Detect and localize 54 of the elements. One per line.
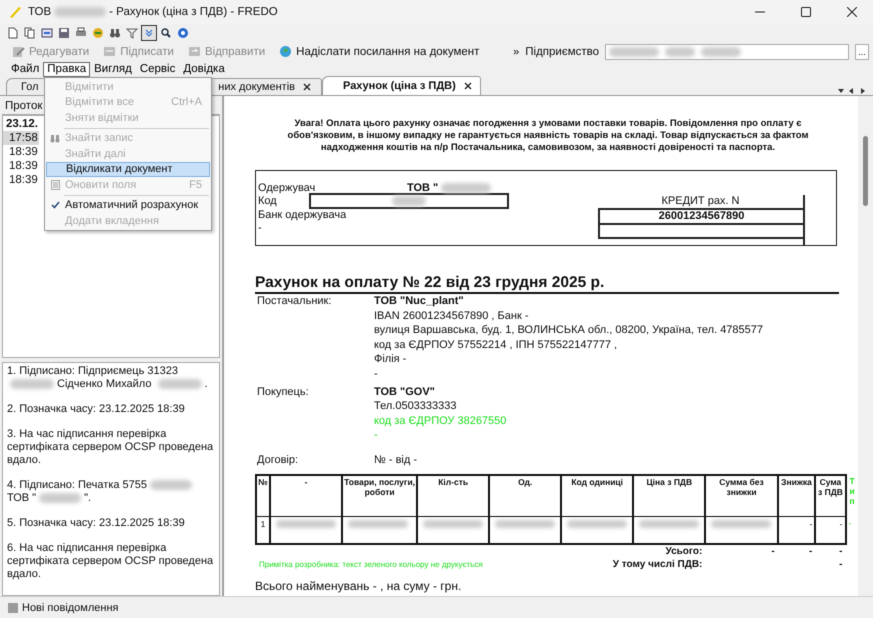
signature-message: 3. На час підписання перевірка сертифіката сервером OCSP проведена вдало. bbox=[7, 428, 214, 467]
signature-message: 4. Підписано: Печатка 5755 ТОВ " ". bbox=[7, 479, 215, 505]
column-header: Ціна з ПДВ bbox=[633, 474, 706, 516]
dash-text: - bbox=[258, 222, 262, 234]
column-header: - bbox=[270, 474, 342, 516]
payment-warning: Увага! Оплата цього рахунку означає погодження з умовами поставки товарів. Повідомлення про оплату є обов'язковим, в іншому випадку не гарантується наявність товарів на складі. Товар відпускається за фактом надходження коштів на п/р Постачальника, самовивозом, за наявності довіреності та паспорта. bbox=[286, 118, 810, 154]
party-detail: вулиця Варшавська, буд. 1, ВОЛИНСЬКА обл., 08200, Україна, тел. 4785577 bbox=[374, 323, 764, 338]
total-label: Усього: bbox=[256, 544, 706, 558]
table-cell: - bbox=[846, 516, 857, 544]
column-header: Од. bbox=[489, 474, 562, 516]
party-detail: Філія - bbox=[374, 352, 406, 367]
signature-message: 2. Позначка часу: 23.12.2025 18:39 bbox=[7, 403, 186, 416]
party-detail: код за ЄДРПОУ 57552214 , ІПН 575522147777 , bbox=[374, 338, 618, 352]
column-header: Сумма без знижки bbox=[705, 474, 778, 516]
party-detail: ТОВ "GOV" bbox=[374, 384, 435, 400]
column-header: Сума з ПДВ bbox=[815, 474, 846, 516]
column-header: № bbox=[256, 474, 270, 516]
column-header: Код одиниці bbox=[561, 474, 634, 516]
account-number: 26001234567890 bbox=[598, 208, 803, 225]
invoice-title: Рахунок на оплату № 22 від 23 грудня 2025 р. bbox=[255, 274, 839, 294]
party-detail: - bbox=[374, 428, 378, 443]
bank-label: Банк одержувача bbox=[258, 208, 346, 221]
signature-message: 5. Позначка часу: 23.12.2025 18:39 bbox=[7, 517, 186, 530]
party-detail: ТОВ "Nuc_plant" bbox=[374, 294, 464, 309]
vat-value: - bbox=[838, 558, 844, 571]
signature-message: 1. Підписано: Підприємець 31323 Сідченко Михайло . bbox=[7, 365, 209, 391]
column-header: Ти п bbox=[846, 474, 857, 516]
status-text: Нові повідомлення bbox=[22, 602, 119, 614]
recipient-name: ТОВ " bbox=[407, 182, 494, 194]
party-label: Постачальник: bbox=[256, 294, 332, 309]
table-cell: - bbox=[815, 516, 846, 544]
column-header: Товари, послуги, роботи bbox=[342, 474, 418, 516]
party-detail: № - від - bbox=[374, 452, 418, 468]
vat-label: У тому числі ПДВ: bbox=[612, 558, 704, 571]
enterprise-label: Підприємство bbox=[525, 46, 599, 58]
table-cell: - bbox=[778, 516, 816, 544]
summary-text: Всього найменувань - , на суму - грн. bbox=[255, 578, 462, 593]
party-label: Договір: bbox=[256, 452, 300, 468]
code-label: Код bbox=[258, 195, 278, 208]
total-value: - bbox=[705, 544, 778, 558]
window-title: ТОВ - Рахунок (ціна з ПДВ) - FREDO bbox=[28, 6, 278, 18]
party-detail: - bbox=[374, 366, 378, 382]
column-header: Кіл-сть bbox=[417, 474, 490, 516]
total-value: - bbox=[815, 544, 846, 558]
developer-note: Примітка розробника: текст зеленого кольору не друкується bbox=[258, 558, 484, 571]
party-detail: код за ЄДРПОУ 38267550 bbox=[374, 414, 506, 428]
credit-label: КРЕДИТ рах. N bbox=[660, 195, 740, 208]
party-detail: Тел.0503333333 bbox=[374, 399, 457, 414]
signature-message: 6. На час підписання перевірка сертифіката сервером OCSP проведена вдало. bbox=[7, 542, 214, 581]
total-value: - bbox=[778, 544, 816, 558]
table-cell: 1 bbox=[256, 516, 270, 544]
column-header: Знижка bbox=[778, 474, 816, 516]
party-detail: IBAN 26001234567890 , Банк - bbox=[374, 308, 528, 324]
party-label: Покупець: bbox=[256, 384, 310, 400]
